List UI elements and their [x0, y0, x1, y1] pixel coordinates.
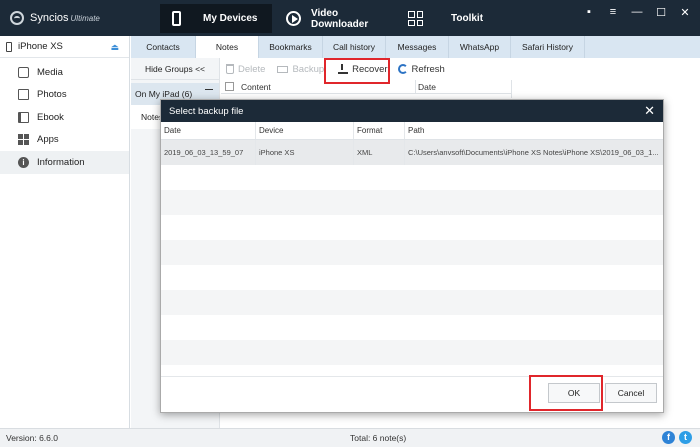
sidebar-item-label: Ebook — [37, 111, 64, 123]
tab-bar: Contacts Notes Bookmarks Call history Me… — [131, 36, 700, 58]
hide-groups-button[interactable]: Hide Groups << — [131, 58, 219, 80]
tab-messages[interactable]: Messages — [386, 36, 449, 58]
window-controls: ▪ ≡ — ☐ ✕ — [582, 6, 692, 19]
app-edition: Ultimate — [70, 14, 100, 23]
nav-toolkit[interactable]: Toolkit — [408, 4, 508, 33]
close-icon[interactable]: ✕ — [678, 6, 692, 19]
row-format: XML — [354, 140, 405, 165]
sidebar-item-label: Information — [37, 156, 85, 168]
tab-contacts[interactable]: Contacts — [131, 36, 196, 58]
nav-my-devices[interactable]: My Devices — [160, 4, 272, 33]
nav-my-devices-label: My Devices — [203, 13, 258, 24]
facebook-icon[interactable]: f — [662, 431, 675, 444]
backup-icon — [277, 65, 289, 73]
empty-row — [161, 240, 663, 265]
phone-icon — [172, 11, 181, 26]
app-name: Syncios Ultimate — [30, 12, 100, 24]
trash-icon — [226, 64, 234, 74]
sidebar-item-label: Media — [37, 66, 63, 78]
nav-video-downloader-label: Video Downloader — [311, 7, 369, 30]
sidebar: iPhone XS ⏏ Media Photos Ebook Apps i In… — [0, 36, 130, 428]
social-links: f t — [662, 431, 692, 444]
nav-toolkit-label: Toolkit — [451, 13, 484, 24]
empty-row — [161, 315, 663, 340]
ebook-icon — [18, 111, 29, 123]
column-date: Date — [418, 82, 436, 92]
select-all-checkbox[interactable] — [225, 82, 234, 91]
refresh-icon — [397, 64, 408, 74]
group-label: On My iPad (6) — [135, 89, 193, 99]
device-name: iPhone XS — [18, 41, 63, 52]
tab-safari-history[interactable]: Safari History — [511, 36, 585, 58]
backup-table-header: Date Device Format Path — [161, 122, 663, 140]
delete-label: Delete — [238, 63, 266, 75]
device-selector[interactable]: iPhone XS ⏏ — [0, 36, 129, 58]
column-date: Date — [161, 122, 256, 139]
empty-row — [161, 290, 663, 315]
eject-icon[interactable]: ⏏ — [110, 42, 119, 53]
backup-table: Date Device Format Path 2019_06_03_13_59… — [161, 122, 663, 365]
sidebar-item-label: Apps — [37, 134, 59, 146]
media-icon — [18, 66, 29, 78]
apps-icon — [18, 134, 29, 146]
row-date: 2019_06_03_13_59_07 — [161, 140, 256, 165]
tab-bookmarks[interactable]: Bookmarks — [259, 36, 323, 58]
notes-table-header: Content — [221, 80, 511, 94]
version-text: Version: 6.6.0 — [6, 433, 58, 443]
backup-button[interactable]: Backup — [272, 58, 329, 80]
sidebar-item-label: Photos — [37, 89, 67, 101]
cancel-button[interactable]: Cancel — [605, 383, 657, 403]
total-notes-text: Total: 6 note(s) — [350, 433, 407, 443]
sidebar-item-ebook[interactable]: Ebook — [0, 106, 129, 129]
collapse-icon[interactable] — [205, 89, 213, 90]
column-path: Path — [408, 126, 425, 135]
sidebar-item-photos[interactable]: Photos — [0, 84, 129, 107]
delete-button[interactable]: Delete — [221, 58, 270, 80]
sidebar-item-media[interactable]: Media — [0, 61, 129, 84]
ok-highlight-box — [529, 375, 603, 411]
tab-whatsapp[interactable]: WhatsApp — [449, 36, 511, 58]
panel-divider — [511, 80, 512, 98]
empty-row — [161, 190, 663, 215]
tab-notes[interactable]: Notes — [196, 36, 259, 58]
empty-row — [161, 265, 663, 290]
dialog-title-bar: Select backup file ✕ — [161, 100, 663, 122]
title-bar: Syncios Ultimate My Devices Video Downloa… — [0, 0, 700, 36]
column-content: Content — [241, 81, 271, 92]
sidebar-item-information[interactable]: i Information — [0, 151, 129, 174]
column-divider — [415, 80, 416, 94]
photos-icon — [18, 89, 29, 101]
row-path: C:\Users\anvsoft\Documents\iPhone XS Not… — [408, 148, 659, 157]
twitter-icon[interactable]: t — [679, 431, 692, 444]
minimize-icon[interactable]: — — [630, 6, 644, 19]
empty-row — [161, 165, 663, 190]
empty-row — [161, 215, 663, 240]
close-icon[interactable]: ✕ — [644, 104, 655, 117]
device-phone-icon — [6, 41, 12, 52]
table-row[interactable]: 2019_06_03_13_59_07 iPhone XS XML C:\Use… — [161, 140, 663, 165]
syncios-logo-icon — [10, 11, 24, 25]
app-name-text: Syncios — [30, 12, 69, 24]
dialog-title: Select backup file — [169, 105, 244, 117]
notes-toolbar: Delete Backup Recover Refresh — [221, 58, 700, 80]
column-device: Device — [256, 122, 354, 139]
refresh-label: Refresh — [411, 63, 445, 75]
refresh-button[interactable]: Refresh — [393, 58, 450, 80]
menu-icon[interactable]: ≡ — [606, 6, 620, 19]
column-format: Format — [354, 122, 405, 139]
nav-video-downloader[interactable]: Video Downloader — [286, 4, 398, 33]
status-bar: Version: 6.6.0 Total: 6 note(s) f t — [0, 428, 700, 447]
backup-label: Backup — [292, 63, 325, 75]
row-device: iPhone XS — [256, 140, 354, 165]
select-backup-dialog: Select backup file ✕ Date Device Format … — [160, 99, 664, 413]
chat-icon[interactable]: ▪ — [582, 6, 596, 19]
information-icon: i — [18, 156, 29, 168]
empty-row — [161, 340, 663, 365]
play-icon — [286, 11, 301, 26]
sidebar-item-apps[interactable]: Apps — [0, 129, 129, 152]
maximize-icon[interactable]: ☐ — [654, 6, 668, 19]
toolkit-icon — [408, 11, 423, 26]
tab-call-history[interactable]: Call history — [323, 36, 386, 58]
